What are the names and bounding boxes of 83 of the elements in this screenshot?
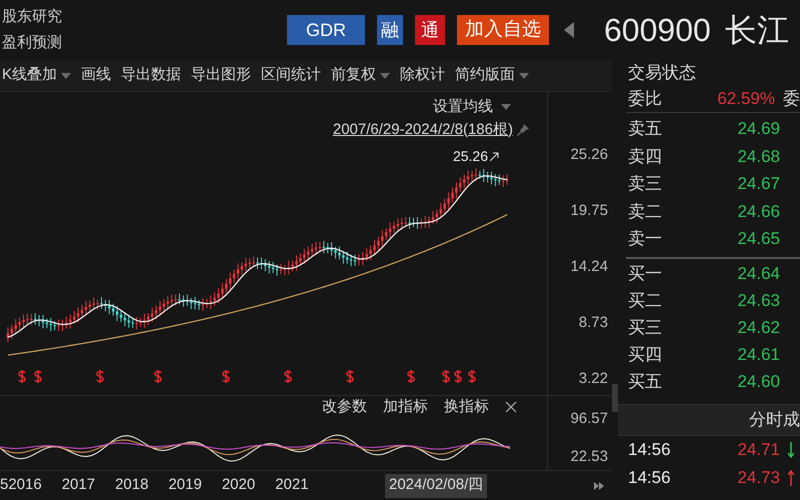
bid-price: 24.60: [736, 371, 780, 394]
dividend-icon: [346, 370, 354, 383]
time-axis-label: 2021: [275, 475, 309, 496]
pin-icon[interactable]: [517, 124, 529, 136]
dividend-icon: [18, 370, 26, 383]
dividend-icon: [34, 370, 42, 383]
bid-level-label: 买二: [627, 290, 663, 312]
ask-level-label: 卖五: [627, 118, 663, 140]
trade-time: 14:56: [627, 438, 672, 461]
ratio-label: 委比: [627, 88, 663, 110]
ask-price: 24.69: [736, 118, 780, 140]
indicator-axis-label: 96.57: [570, 409, 608, 429]
toolbar-button[interactable]: 导出数据: [121, 64, 182, 87]
ask-level-label: 卖四: [627, 146, 663, 168]
caret-icon: [501, 104, 511, 110]
time-axis-label: 2020: [222, 475, 256, 496]
left-triangle-icon[interactable]: [564, 22, 574, 38]
menu-link[interactable]: 股东研究: [2, 7, 270, 27]
market-badge[interactable]: GDR: [287, 15, 365, 45]
bid-price: 24.64: [736, 263, 780, 286]
bid-price: 24.61: [736, 344, 780, 366]
toolbar-button[interactable]: 区间统计: [261, 64, 322, 87]
ask-price: 24.67: [736, 173, 780, 195]
cursor-date-label: 2024/02/08/四: [385, 474, 488, 498]
toolbar-button[interactable]: 导出图形: [191, 64, 252, 87]
market-badge[interactable]: 通: [415, 15, 445, 45]
add-to-watchlist-button[interactable]: 加入自选: [457, 15, 549, 45]
dividend-icon: [442, 370, 450, 383]
dividend-icon: [454, 370, 462, 383]
dividend-icon: [96, 370, 104, 383]
trade-time: 14:56: [627, 466, 672, 489]
stock-code: 600900: [604, 11, 711, 50]
arrow-icon: [490, 152, 499, 161]
toolbar-button[interactable]: 画线: [81, 64, 112, 87]
ask-price: 24.68: [736, 146, 780, 168]
price-axis-label: 25.26: [570, 145, 608, 165]
trade-price: 24.71: [736, 438, 780, 461]
toolbar-button[interactable]: 前复权: [331, 64, 376, 87]
price-axis-label: 8.73: [578, 313, 608, 333]
time-axis-label: 2019: [168, 475, 202, 496]
time-axis-label: 52016: [0, 475, 42, 496]
bid-level-label: 买三: [627, 317, 663, 340]
indicator-axis-label: 22.53: [570, 447, 608, 467]
bid-level-label: 买四: [627, 344, 663, 366]
bid-price: 24.63: [736, 290, 780, 312]
bid-level-label: 买五: [627, 371, 663, 394]
ma-setting-button[interactable]: 设置均线: [433, 96, 493, 118]
time-axis-label: 2017: [62, 475, 96, 496]
stock-name: 长江: [724, 11, 789, 50]
toolbar-button[interactable]: K线叠加: [2, 64, 58, 87]
close-icon[interactable]: [505, 401, 517, 413]
toolbar-button[interactable]: 除权计: [400, 64, 446, 87]
time-axis-label: 2018: [115, 475, 148, 496]
toolbar-button[interactable]: 简约版面: [455, 64, 516, 87]
ask-level-label: 卖三: [627, 173, 663, 195]
indicator-action[interactable]: 换指标: [444, 396, 489, 418]
panel-title: 交易状态: [627, 62, 697, 84]
price-axis-label: 19.75: [570, 201, 608, 221]
market-badge[interactable]: 融: [377, 15, 403, 45]
last-price-label: 25.26: [452, 147, 488, 166]
ask-price: 24.65: [736, 228, 780, 250]
price-axis-label: 3.22: [578, 369, 608, 389]
ratio-label: 委: [783, 88, 800, 110]
ratio-value: 62.59%: [716, 88, 775, 110]
price-axis-label: 14.24: [570, 257, 608, 277]
ask-level-label: 卖二: [627, 200, 663, 222]
dividend-icon: [222, 370, 230, 383]
fast-forward-icon[interactable]: [594, 482, 604, 490]
trades-title: 分时成: [749, 408, 800, 431]
dividend-icon: [284, 370, 292, 383]
bid-price: 24.62: [736, 317, 780, 340]
indicator-action[interactable]: 加指标: [383, 396, 428, 418]
date-range-link[interactable]: 2007/6/29-2024/2/8(186根): [332, 118, 513, 141]
dividend-icon: [407, 370, 415, 383]
bid-level-label: 买一: [627, 263, 663, 286]
ask-price: 24.66: [736, 200, 780, 222]
ask-level-label: 卖一: [627, 228, 663, 250]
dividend-icon: [154, 370, 162, 383]
trade-price: 24.73: [736, 466, 780, 489]
scrollbar-thumb[interactable]: [612, 384, 618, 412]
menu-link[interactable]: 盈利预测: [2, 33, 270, 53]
dividend-icon: [468, 370, 476, 383]
indicator-action[interactable]: 改参数: [322, 396, 367, 418]
